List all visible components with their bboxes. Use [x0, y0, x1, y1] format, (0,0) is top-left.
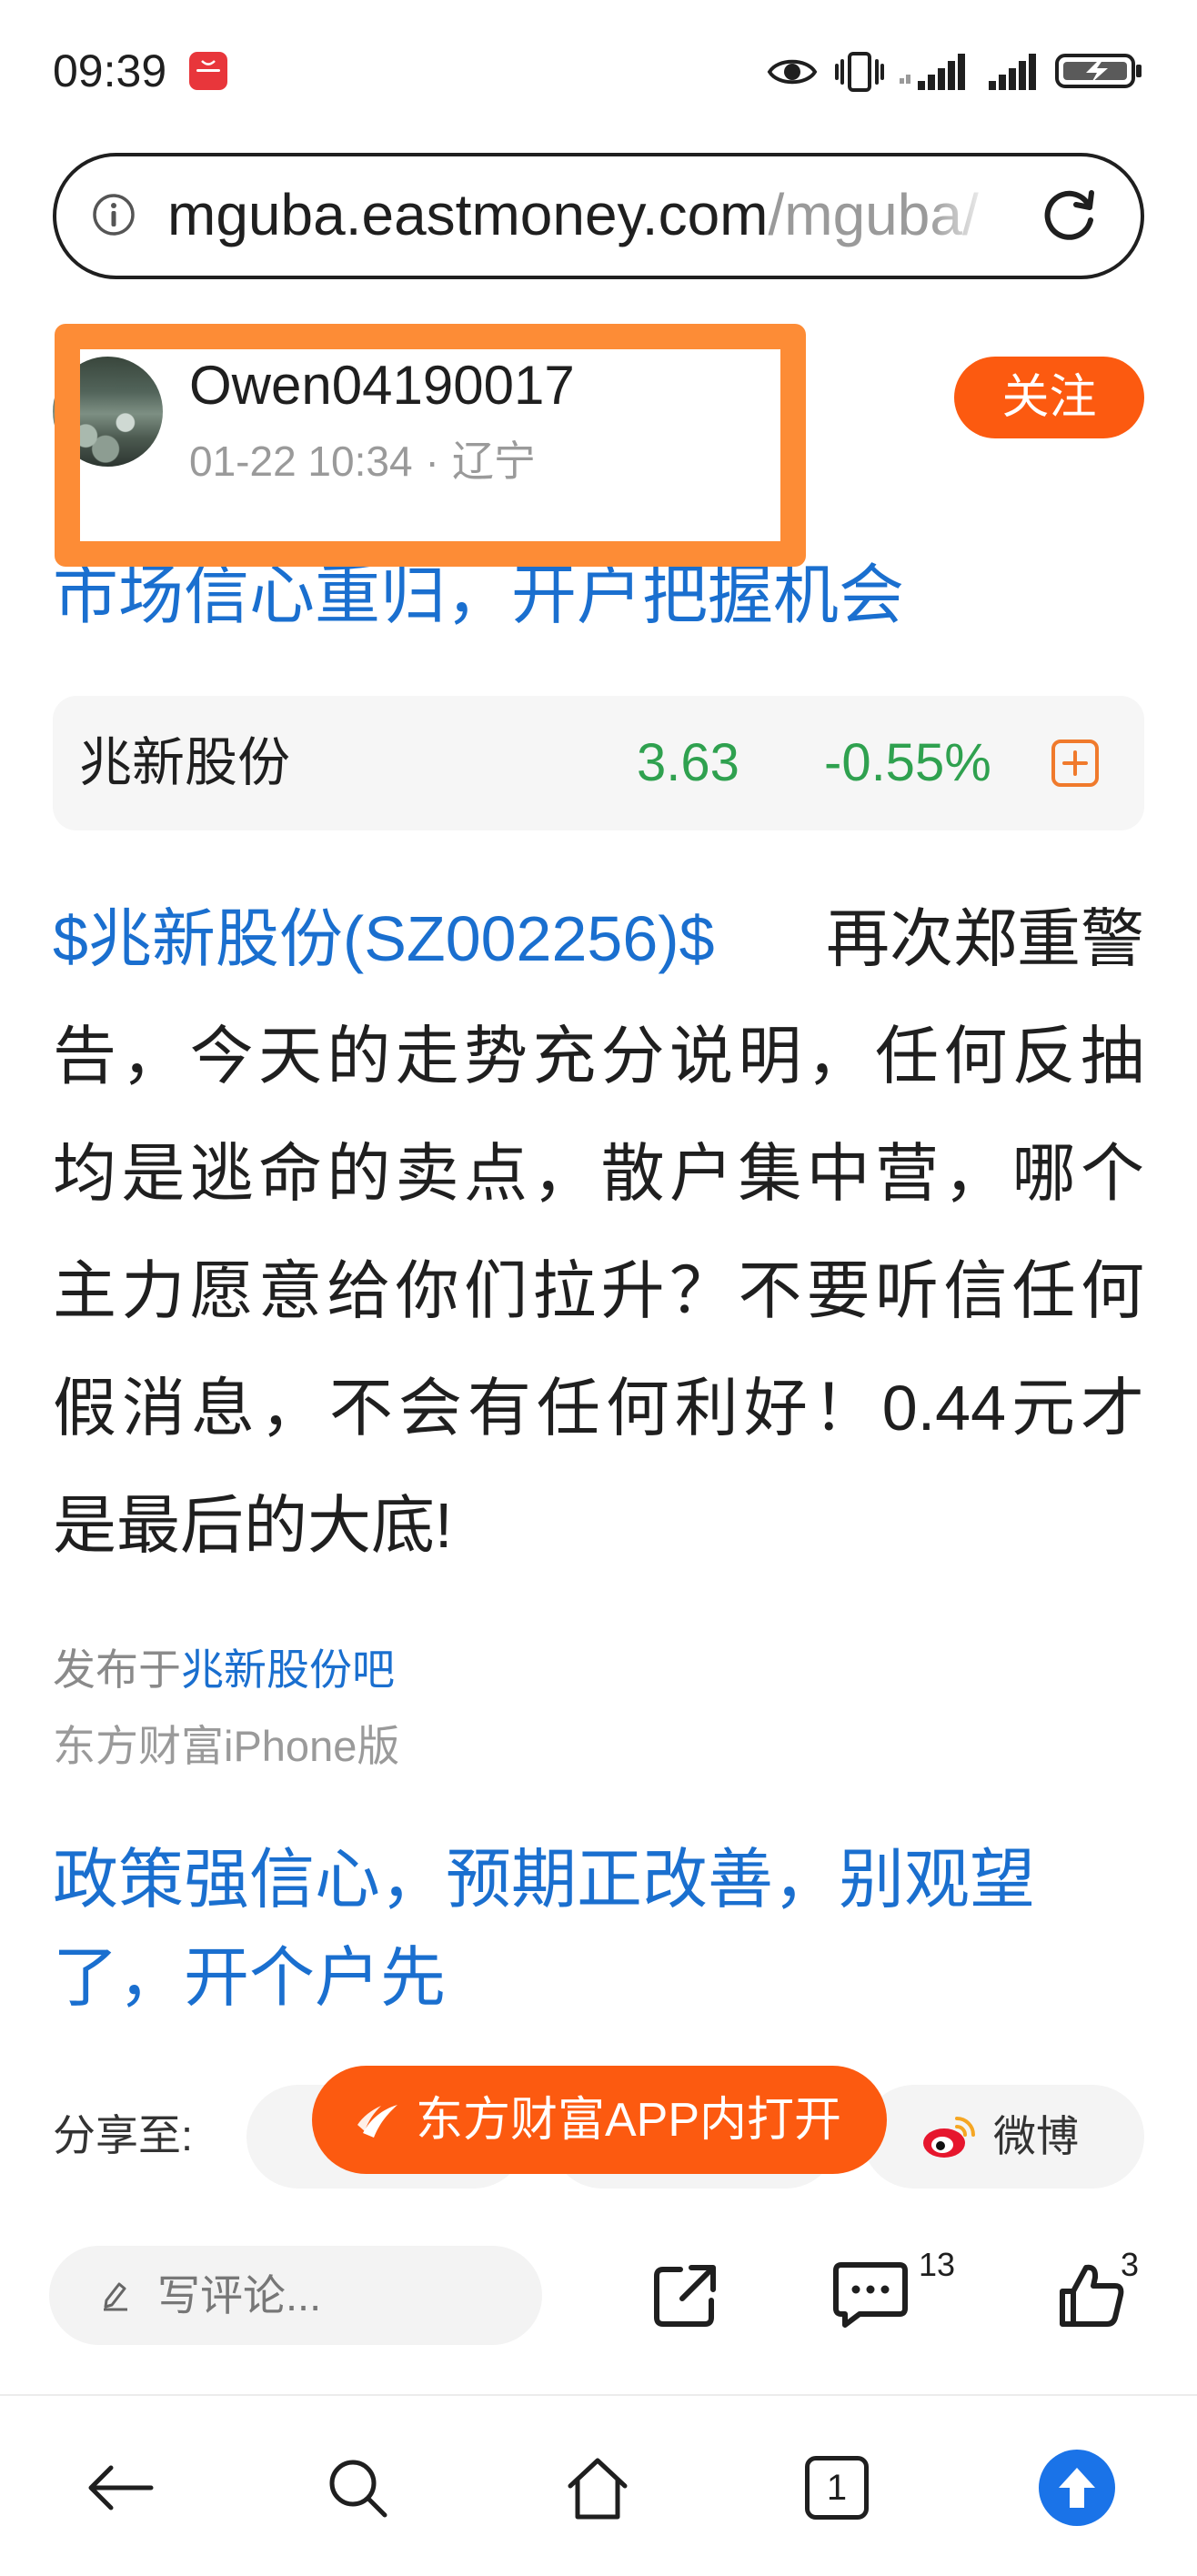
promo-headline-link-bottom[interactable]: 政策强信心，预期正改善，别观望 了，开个户先 — [53, 1831, 1035, 2028]
url-domain: mguba.eastmoney.com — [167, 182, 769, 247]
tabs-icon[interactable]: 1 — [805, 2456, 869, 2520]
eye-icon — [767, 53, 818, 91]
open-in-app-label: 东方财富APP内打开 — [416, 2093, 842, 2147]
headline-line: 政策强信心，预期正改善，别观望 — [53, 1844, 1036, 1917]
post-source: 东方财富iPhone版 — [53, 1722, 400, 1770]
status-time: 09:39 — [53, 45, 167, 96]
published-in: 发布于兆新股份吧 — [53, 1643, 395, 1697]
comment-input[interactable]: 写评论... — [49, 2246, 542, 2345]
share-weibo-button[interactable]: 微博 — [862, 2085, 1144, 2189]
post-body-line: 是最后的大底! — [53, 1490, 453, 1561]
divider — [0, 2394, 1197, 2396]
open-in-app-button[interactable]: 东方财富APP内打开 — [312, 2066, 887, 2174]
stock-card[interactable]: 兆新股份 3.63 -0.55% — [53, 696, 1144, 830]
add-to-watchlist-icon[interactable] — [1051, 739, 1100, 788]
thumbs-up-icon[interactable] — [1055, 2259, 1128, 2331]
signal-icon — [898, 51, 971, 91]
refresh-icon[interactable] — [1036, 182, 1101, 247]
headline-line: 了，开个户先 — [53, 1942, 447, 2015]
status-bar: 09:39 — [0, 0, 1197, 136]
url-text[interactable]: mguba.eastmoney.com/mguba/ — [167, 178, 993, 251]
post-body-line: 假消息，不会有任何利好！0.44元才 — [53, 1373, 1144, 1444]
weibo-label: 微博 — [993, 2112, 1079, 2160]
url-fade — [930, 178, 993, 251]
info-icon[interactable] — [92, 193, 136, 236]
post-body-line: $兆新股份(SZ002256)$ 再次郑重警 — [53, 880, 1144, 998]
stock-price: 3.63 — [637, 733, 739, 792]
like-count: 3 — [1121, 2246, 1140, 2283]
address-bar[interactable]: mguba.eastmoney.com/mguba/ — [53, 153, 1144, 279]
post-body-text: 再次郑重警 — [826, 903, 1144, 974]
published-prefix: 发布于 — [53, 1645, 181, 1694]
battery-charging-icon — [1055, 53, 1144, 89]
post-body-line: 主力愿意给你们拉升？不要听信任何 — [53, 1255, 1144, 1326]
stock-mention-link[interactable]: $兆新股份(SZ002256)$ — [53, 880, 715, 998]
signal-icon — [987, 51, 1043, 91]
search-icon[interactable] — [323, 2453, 392, 2522]
stock-name: 兆新股份 — [79, 733, 291, 792]
tab-count: 1 — [826, 2468, 848, 2508]
huawei-appgallery-icon — [189, 52, 227, 90]
weibo-icon — [920, 2113, 977, 2160]
comment-icon[interactable] — [832, 2259, 909, 2330]
comment-count: 13 — [919, 2246, 956, 2283]
follow-button[interactable]: 关注 — [954, 357, 1144, 438]
back-arrow-icon[interactable] — [84, 2460, 156, 2515]
share-external-icon[interactable] — [649, 2259, 722, 2331]
stock-change: -0.55% — [824, 733, 991, 792]
post-body-line: 均是逃命的卖点，散户集中营，哪个 — [53, 1138, 1144, 1209]
forum-link[interactable]: 兆新股份吧 — [181, 1645, 395, 1694]
vibrate-icon — [834, 50, 885, 94]
pencil-icon — [101, 2279, 130, 2311]
scroll-to-top-icon[interactable] — [1039, 2450, 1115, 2526]
comment-placeholder: 写评论... — [157, 2271, 322, 2319]
post-body: $兆新股份(SZ002256)$ 再次郑重警 告，今天的走势充分说明，任何反抽 … — [53, 880, 1144, 1585]
eastmoney-logo-icon — [352, 2095, 403, 2146]
post-body-line: 告，今天的走势充分说明，任何反抽 — [53, 1021, 1144, 1092]
share-label: 分享至: — [53, 2111, 194, 2159]
highlight-frame — [55, 324, 806, 567]
home-icon[interactable] — [563, 2453, 632, 2522]
